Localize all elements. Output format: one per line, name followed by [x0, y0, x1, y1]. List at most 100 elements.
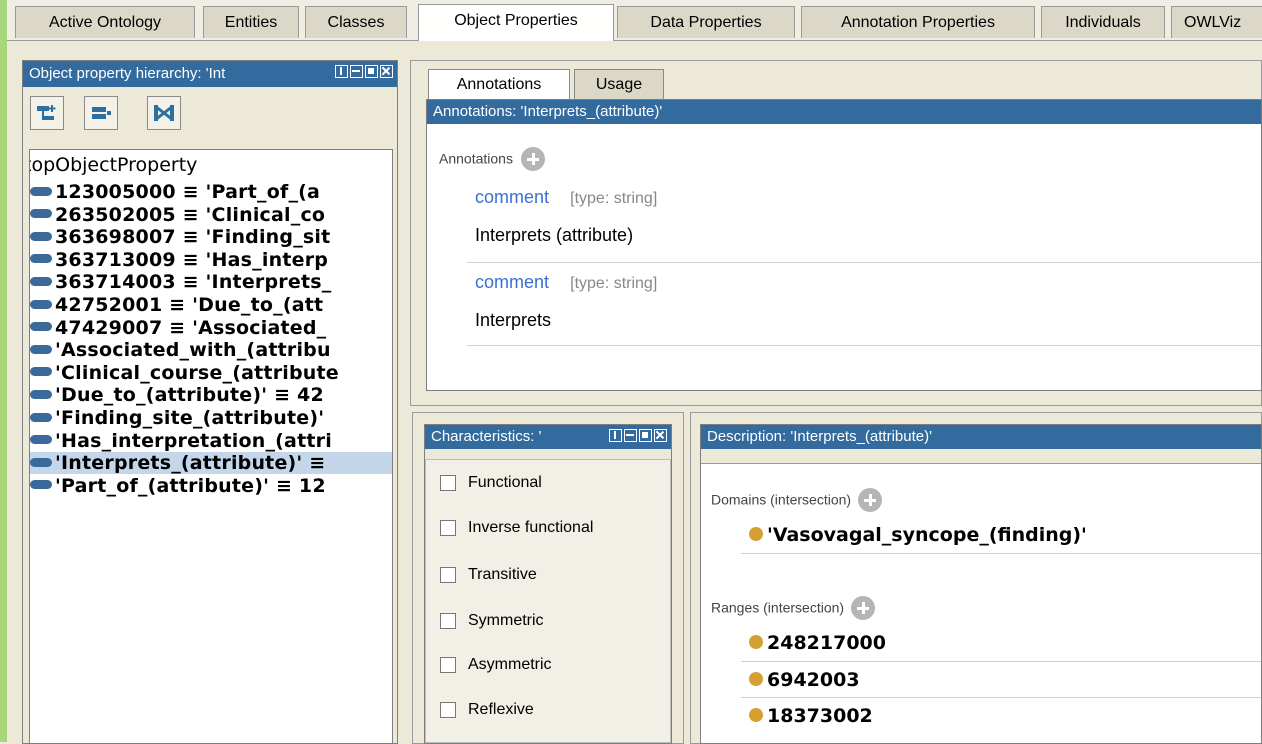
object-property-icon — [30, 209, 52, 219]
description-spacer — [701, 449, 1261, 464]
tab-object-properties[interactable]: Object Properties — [418, 4, 614, 41]
tab-classes[interactable]: Classes — [305, 6, 407, 38]
hierarchy-item[interactable]: 263502005 ≡ 'Clinical_co — [30, 204, 325, 226]
hierarchy-item-label: 'Interprets_(attribute)' ≡ — [55, 452, 326, 475]
main-tab-bar: Active Ontology Entities Classes Object … — [7, 0, 1262, 41]
annotation-entry-1-header: comment [type: string] — [475, 187, 657, 208]
hierarchy-item-label: 363698007 ≡ 'Finding_sit — [55, 226, 331, 249]
domains-label: Domains (intersection) — [711, 491, 852, 508]
hierarchy-item[interactable]: 363713009 ≡ 'Has_interp — [30, 249, 328, 271]
characteristic-transitive[interactable]: Transitive — [440, 566, 537, 584]
annotation-property-link[interactable]: comment — [475, 272, 549, 292]
hierarchy-window-buttons — [335, 65, 393, 78]
annotation-value: Interprets (attribute) — [475, 225, 634, 245]
transitive-label: Transitive — [468, 566, 537, 583]
subtab-usage[interactable]: Usage — [574, 69, 664, 99]
hierarchy-item[interactable]: 123005000 ≡ 'Part_of_(a — [30, 181, 320, 203]
annotation-property-link[interactable]: comment — [475, 187, 549, 207]
hierarchy-item[interactable]: 363714003 ≡ 'Interprets_ — [30, 271, 331, 293]
add-subproperty-button[interactable] — [30, 96, 64, 130]
add-sibling-property-icon — [92, 107, 111, 119]
tab-active-ontology[interactable]: Active Ontology — [15, 6, 195, 38]
range-separator — [741, 661, 1261, 662]
transitive-checkbox[interactable] — [440, 567, 456, 583]
hierarchy-item[interactable]: 42752001 ≡ 'Due_to_(att — [30, 294, 323, 316]
symmetric-checkbox[interactable] — [440, 613, 456, 629]
annotation-type: [type: string] — [570, 190, 658, 207]
range-item[interactable]: 18373002 — [749, 705, 873, 727]
delete-property-button[interactable] — [147, 96, 181, 130]
characteristics-title: Characteristics: ' — [431, 428, 542, 445]
inverse-functional-label: Inverse functional — [468, 519, 594, 536]
inverse-functional-checkbox[interactable] — [440, 520, 456, 536]
hierarchy-item-label: 'Has_interpretation_(attri — [55, 429, 332, 452]
hierarchy-item[interactable]: 'Has_interpretation_(attri — [30, 430, 332, 452]
split-vertical-icon[interactable] — [609, 429, 622, 442]
tab-entities[interactable]: Entities — [203, 6, 299, 38]
add-domain-icon[interactable] — [858, 488, 883, 512]
add-range-icon[interactable] — [851, 596, 876, 620]
annotations-section-label: Annotations — [439, 150, 513, 167]
hierarchy-item[interactable]: 'Clinical_course_(attribute — [30, 362, 339, 384]
close-view-icon[interactable] — [380, 65, 393, 78]
object-property-icon — [30, 322, 52, 332]
characteristic-asymmetric[interactable]: Asymmetric — [440, 656, 552, 674]
hierarchy-item-label: 'Finding_site_(attribute)' — [55, 407, 325, 429]
hierarchy-item-label: 123005000 ≡ 'Part_of_(a — [55, 181, 321, 203]
close-view-icon[interactable] — [654, 429, 667, 442]
object-property-icon — [30, 412, 52, 422]
split-horizontal-icon[interactable] — [350, 65, 363, 78]
ranges-section-header: Ranges (intersection) — [711, 596, 876, 620]
characteristics-titlebar: Characteristics: ' — [425, 425, 671, 449]
top-object-property[interactable]: topObjectProperty — [30, 154, 197, 176]
subtab-annotations[interactable]: Annotations — [428, 69, 570, 99]
hierarchy-item[interactable]: 'Due_to_(attribute)' ≡ 42 — [30, 384, 324, 406]
annotations-panel: Annotations: 'Interprets_(attribute)' An… — [426, 99, 1262, 391]
domain-label: 'Vasovagal_syncope_(finding)' — [767, 524, 1087, 546]
object-property-icon — [30, 344, 52, 354]
add-subproperty-icon — [37, 105, 56, 120]
range-separator — [741, 697, 1261, 698]
range-item[interactable]: 248217000 — [749, 632, 886, 654]
characteristic-reflexive[interactable]: Reflexive — [440, 701, 534, 719]
tab-annotation-properties[interactable]: Annotation Properties — [801, 6, 1035, 38]
hierarchy-titlebar: Object property hierarchy: 'Int — [23, 61, 397, 87]
reflexive-label: Reflexive — [468, 701, 534, 718]
characteristic-functional[interactable]: Functional — [440, 474, 542, 492]
annotations-titlebar: Annotations: 'Interprets_(attribute)' — [427, 100, 1261, 124]
split-horizontal-icon[interactable] — [624, 429, 637, 442]
hierarchy-item-label: 47429007 ≡ 'Associated_ — [55, 316, 327, 339]
characteristic-inverse-functional[interactable]: Inverse functional — [440, 519, 593, 537]
hierarchy-item-label: 263502005 ≡ 'Clinical_co — [55, 203, 326, 226]
add-sibling-property-button[interactable] — [84, 96, 118, 130]
hierarchy-item[interactable]: 'Part_of_(attribute)' ≡ 12 — [30, 475, 326, 497]
characteristics-panel: Characteristics: ' Functional Inverse fu… — [424, 424, 672, 744]
functional-checkbox[interactable] — [440, 475, 456, 491]
domain-item[interactable]: 'Vasovagal_syncope_(finding)' — [749, 524, 1087, 546]
hierarchy-tree[interactable]: topObjectProperty 123005000 ≡ 'Part_of_(… — [29, 149, 393, 744]
object-property-icon — [30, 435, 52, 445]
range-label: 248217000 — [767, 632, 886, 654]
tab-owlviz[interactable]: OWLViz — [1171, 6, 1262, 38]
hierarchy-item[interactable]: 363698007 ≡ 'Finding_sit — [30, 226, 330, 248]
hierarchy-item[interactable]: 47429007 ≡ 'Associated_ — [30, 317, 326, 339]
hierarchy-item[interactable]: 'Interprets_(attribute)' ≡ — [30, 452, 392, 475]
reflexive-checkbox[interactable] — [440, 702, 456, 718]
hierarchy-title: Object property hierarchy: 'Int — [29, 65, 226, 82]
range-item[interactable]: 6942003 — [749, 669, 860, 691]
class-individual-icon — [749, 672, 763, 686]
asymmetric-checkbox[interactable] — [440, 657, 456, 673]
hierarchy-item[interactable]: 'Finding_site_(attribute)' — [30, 407, 324, 429]
add-annotation-icon[interactable] — [521, 147, 546, 171]
tab-data-properties[interactable]: Data Properties — [617, 6, 795, 38]
range-label: 6942003 — [767, 669, 860, 691]
hierarchy-item-label: 'Clinical_course_(attribute — [55, 361, 339, 384]
tab-individuals[interactable]: Individuals — [1041, 6, 1165, 38]
class-individual-icon — [749, 708, 763, 722]
split-vertical-icon[interactable] — [335, 65, 348, 78]
maximize-icon[interactable] — [639, 429, 652, 442]
maximize-icon[interactable] — [365, 65, 378, 78]
domains-section-header: Domains (intersection) — [711, 488, 883, 512]
characteristic-symmetric[interactable]: Symmetric — [440, 612, 544, 630]
hierarchy-item[interactable]: 'Associated_with_(attribu — [30, 339, 331, 361]
